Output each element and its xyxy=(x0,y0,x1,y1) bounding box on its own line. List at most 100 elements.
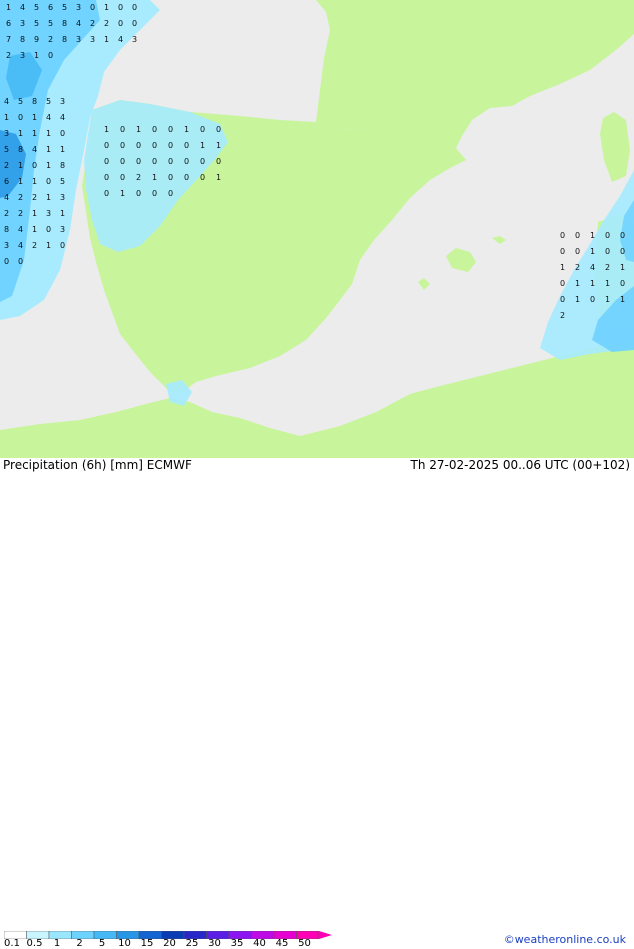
precip-value-label: 0 xyxy=(605,231,610,240)
precip-value-label: 0 xyxy=(152,125,157,134)
precip-value-label: 0 xyxy=(168,125,173,134)
precip-value-label: 4 xyxy=(46,113,51,122)
precip-value-label: 1 xyxy=(216,173,221,182)
precip-value-label: 0 xyxy=(620,279,625,288)
precip-value-label: 5 xyxy=(34,19,39,28)
precip-value-label: 4 xyxy=(4,97,9,106)
precip-value-label: 3 xyxy=(76,35,81,44)
precip-value-label: 4 xyxy=(590,263,595,272)
precip-value-label: 0 xyxy=(48,51,53,60)
legend-tick-label: 5 xyxy=(98,938,106,949)
precip-value-label: 5 xyxy=(18,97,23,106)
precip-value-label: 5 xyxy=(34,3,39,12)
precip-value-label: 3 xyxy=(60,193,65,202)
precip-value-label: 0 xyxy=(136,189,141,198)
precip-value-label: 1 xyxy=(216,141,221,150)
precip-value-label: 2 xyxy=(32,193,37,202)
precip-value-label: 0 xyxy=(575,247,580,256)
precip-value-label: 0 xyxy=(46,177,51,186)
precip-value-label: 1 xyxy=(4,113,9,122)
legend-tick-label: 0.5 xyxy=(26,938,43,949)
legend-tick-label: 40 xyxy=(253,938,266,949)
precip-value-label: 1 xyxy=(104,3,109,12)
forecast-datetime: Th 27-02-2025 00..06 UTC (00+102) xyxy=(410,458,630,472)
precip-value-label: 1 xyxy=(184,125,189,134)
credit-link[interactable]: ©weatheronline.co.uk xyxy=(504,933,626,946)
precip-value-label: 3 xyxy=(20,51,25,60)
precip-value-label: 1 xyxy=(200,141,205,150)
precip-value-label: 0 xyxy=(132,19,137,28)
precip-value-label: 1 xyxy=(34,51,39,60)
precip-value-label: 0 xyxy=(590,295,595,304)
precip-value-label: 0 xyxy=(136,157,141,166)
precip-value-label: 5 xyxy=(48,19,53,28)
precip-value-label: 0 xyxy=(152,157,157,166)
precip-value-label: 2 xyxy=(18,193,23,202)
precip-value-label: 0 xyxy=(168,189,173,198)
precip-value-label: 1 xyxy=(32,209,37,218)
legend-swatch xyxy=(93,931,117,939)
precipitation-map: 1 4 5 6 5 3 0 1 0 06 3 5 5 8 4 2 2 0 07 8 9 2 8 3 3 1 4 32 3 1 04 5 8 5 31… xyxy=(0,0,634,458)
precip-value-label: 0 xyxy=(104,141,109,150)
precip-value-label: 5 xyxy=(46,97,51,106)
precip-value-label: 0 xyxy=(60,129,65,138)
precip-value-label: 0 xyxy=(200,157,205,166)
precip-value-label: 0 xyxy=(620,231,625,240)
precip-value-label: 1 xyxy=(620,295,625,304)
legend-swatch xyxy=(48,931,72,939)
precip-value-label: 0 xyxy=(168,173,173,182)
precip-value-label: 0 xyxy=(575,231,580,240)
legend-tick-label: 25 xyxy=(185,938,199,949)
precip-value-label: 0 xyxy=(168,141,173,150)
precip-value-label: 0 xyxy=(184,157,189,166)
precip-value-label: 0 xyxy=(152,189,157,198)
precip-value-label: 3 xyxy=(60,97,65,106)
precip-value-label: 3 xyxy=(4,241,9,250)
precip-value-label: 0 xyxy=(120,125,125,134)
precip-value-label: 1 xyxy=(152,173,157,182)
precip-value-label: 1 xyxy=(32,177,37,186)
legend-arrow xyxy=(319,931,332,939)
legend-swatch xyxy=(71,931,95,939)
precip-value-label: 4 xyxy=(118,35,123,44)
precip-value-label: 0 xyxy=(120,141,125,150)
precip-value-label: 0 xyxy=(200,125,205,134)
precip-value-label: 1 xyxy=(605,279,610,288)
precip-value-label: 0 xyxy=(560,295,565,304)
precip-value-label: 6 xyxy=(4,177,9,186)
precip-value-label: 0 xyxy=(118,3,123,12)
legend-tick-label: 30 xyxy=(208,938,221,949)
precip-value-label: 3 xyxy=(4,129,9,138)
precip-value-label: 0 xyxy=(18,257,23,266)
precip-value-label: 0 xyxy=(4,257,9,266)
precip-value-label: 2 xyxy=(6,51,11,60)
precip-value-label: 1 xyxy=(60,209,65,218)
precip-value-label: 3 xyxy=(132,35,137,44)
precip-value-label: 2 xyxy=(48,35,53,44)
legend-tick-label: 2 xyxy=(76,938,83,949)
precip-value-label: 1 xyxy=(46,161,51,170)
precip-value-label: 8 xyxy=(20,35,25,44)
precip-value-label: 1 xyxy=(18,177,23,186)
precip-value-label: 0 xyxy=(118,19,123,28)
legend-tick-label: 20 xyxy=(163,938,176,949)
precip-value-label: 0 xyxy=(216,157,221,166)
precip-value-label: 0 xyxy=(560,247,565,256)
precip-value-label: 3 xyxy=(20,19,25,28)
precip-value-label: 5 xyxy=(60,177,65,186)
precip-value-label: 0 xyxy=(46,225,51,234)
precip-value-label: 2 xyxy=(136,173,141,182)
precip-value-label: 1 xyxy=(590,279,595,288)
precip-value-label: 3 xyxy=(60,225,65,234)
precip-value-label: 8 xyxy=(4,225,9,234)
precip-value-label: 1 xyxy=(120,189,125,198)
precip-value-label: 0 xyxy=(120,173,125,182)
precip-value-label: 1 xyxy=(6,3,11,12)
precip-value-label: 2 xyxy=(605,263,610,272)
precip-value-label: 8 xyxy=(32,97,37,106)
precip-value-label: 4 xyxy=(32,145,37,154)
precip-value-label: 0 xyxy=(18,113,23,122)
legend-tick-label: 1 xyxy=(53,938,61,949)
precip-value-label: 0 xyxy=(32,161,37,170)
precip-value-label: 4 xyxy=(76,19,81,28)
